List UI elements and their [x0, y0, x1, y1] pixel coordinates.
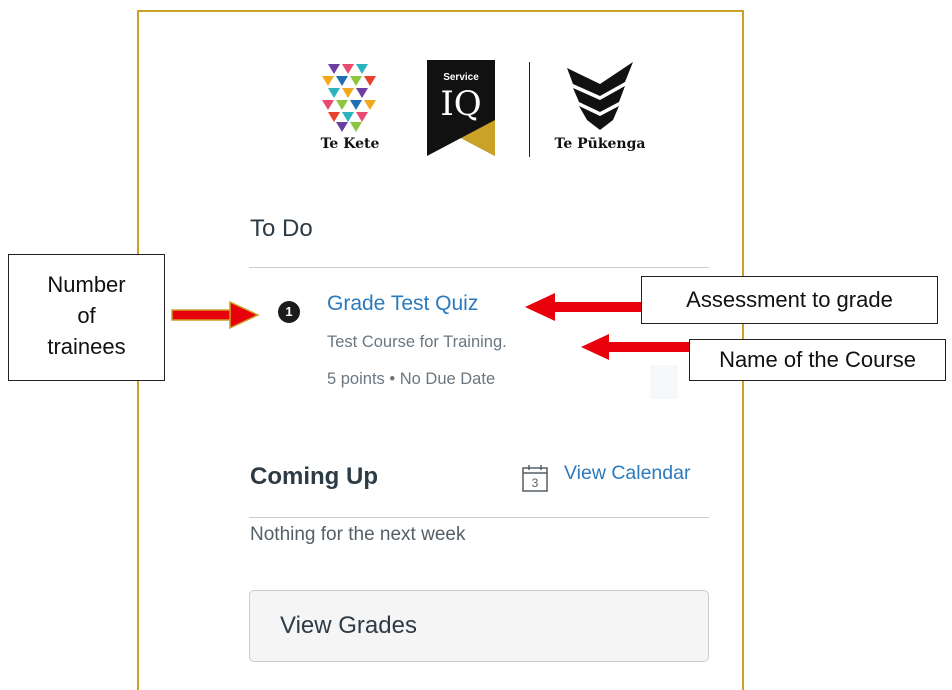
arrow-to-course-icon [581, 334, 689, 360]
arrow-to-quiz-icon [525, 293, 641, 321]
annotation-arrows [171, 293, 689, 360]
arrow-to-badge-icon [171, 300, 260, 330]
